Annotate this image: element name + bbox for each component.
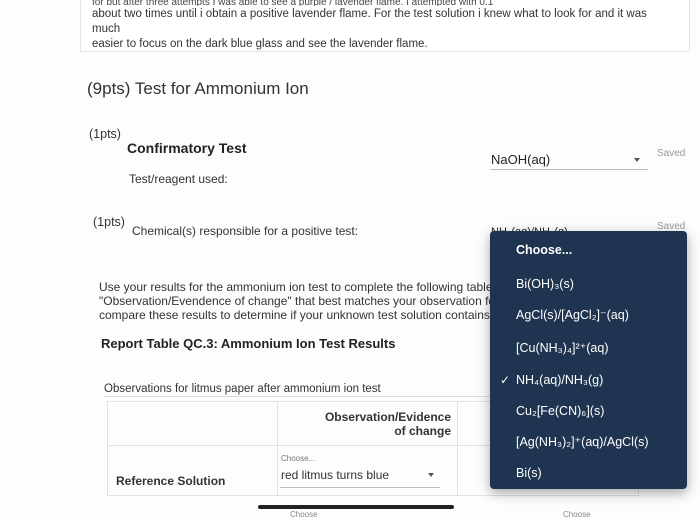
scroll-indicator[interactable] xyxy=(258,505,454,509)
column-header: Observation/Evidence of change xyxy=(277,401,458,446)
q1-select-value: NaOH(aq) xyxy=(491,152,551,167)
observations-label: Observations for litmus paper after ammo… xyxy=(104,383,381,395)
observation-select[interactable]: Choose... red litmus turns blue xyxy=(280,454,440,488)
instructions-line-2: "Observation/Evendence of change" that b… xyxy=(99,294,493,308)
dropdown-option-nh4-label: NH₄(aq)/NH₃(g) xyxy=(516,373,604,387)
dropdown-option-agcl[interactable]: AgCl(s)/[AgCl₂]⁻(aq) xyxy=(490,299,687,331)
q1-reagent-select[interactable]: NaOH(aq) xyxy=(490,148,648,170)
header-empty-cell xyxy=(107,401,278,446)
observation-select-value: red litmus turns blue xyxy=(281,468,390,482)
dropdown-option-cu-nh3[interactable]: [Cu(NH₃)₄]²⁺(aq) xyxy=(490,332,687,364)
row-label: Reference Solution xyxy=(116,474,226,488)
q2-points: (1pts) xyxy=(93,215,125,229)
q1-points: (1pts) xyxy=(89,127,121,141)
observations-divider xyxy=(104,396,499,397)
report-table-title: Report Table QC.3: Ammonium Ion Test Res… xyxy=(101,336,396,351)
q2-label: Chemical(s) responsible for a positive t… xyxy=(132,224,359,238)
previous-answer-text: for but after three attempts I was able … xyxy=(92,0,652,52)
chevron-down-icon xyxy=(634,158,640,162)
instructions-line-1: Use your results for the ammonium ion te… xyxy=(99,280,493,294)
q1-label: Test/reagent used: xyxy=(129,172,228,186)
chevron-down-icon xyxy=(428,473,434,477)
dropdown-option-choose[interactable]: Choose... xyxy=(490,234,687,266)
column-header-text: Observation/Evidence of change xyxy=(324,410,451,438)
next-select-hint: Choose xyxy=(290,510,318,519)
note-line-0: for but after three attempts I was able … xyxy=(92,0,494,6)
next-select-hint-right: Choose xyxy=(563,510,591,519)
q1-saved-status: Saved xyxy=(657,148,686,159)
note-line-1: about two times until i obtain a positiv… xyxy=(92,8,647,35)
dropdown-option-cu2-fe-cn6[interactable]: Cu₂[Fe(CN)₆](s) xyxy=(490,395,687,427)
observation-cell: Choose... red litmus turns blue xyxy=(277,445,458,496)
dropdown-option-nh4-selected[interactable]: ✓ NH₄(aq)/NH₃(g) xyxy=(490,364,687,396)
dropdown-option-bi-oh3[interactable]: Bi(OH)₃(s) xyxy=(490,268,687,300)
dropdown-option-bi[interactable]: Bi(s) xyxy=(490,457,687,489)
q1-heading: Confirmatory Test xyxy=(127,140,247,156)
chemical-dropdown-menu[interactable]: Choose... Bi(OH)₃(s) AgCl(s)/[AgCl₂]⁻(aq… xyxy=(490,231,687,489)
instructions-line-3: compare these results to determine if yo… xyxy=(99,308,493,322)
section-title: (9pts) Test for Ammonium Ion xyxy=(87,79,309,98)
check-icon: ✓ xyxy=(500,373,511,387)
note-line-2: easier to focus on the dark blue glass a… xyxy=(92,38,428,50)
dropdown-option-ag-nh3[interactable]: [Ag(NH₃)₂]⁺(aq)/AgCl(s) xyxy=(490,426,687,458)
observation-select-hint: Choose... xyxy=(281,454,316,463)
row-label-cell: Reference Solution xyxy=(107,445,278,496)
